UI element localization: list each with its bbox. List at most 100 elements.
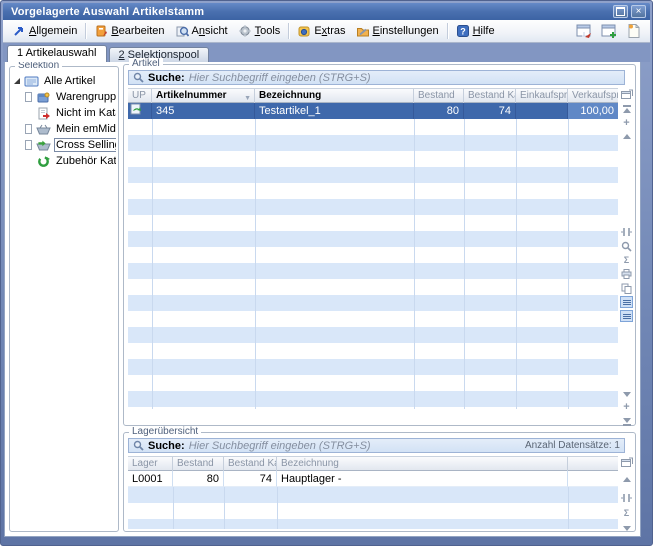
summary-button[interactable]: Σ <box>620 507 633 519</box>
column-header-empty <box>568 457 618 471</box>
lager-search-input[interactable]: Suche: Hier Suchbegriff eingeben (STRG+S… <box>128 438 625 453</box>
tree-item-label: Zubehör Katalog <box>54 155 116 167</box>
print-button[interactable] <box>620 268 633 280</box>
tree-item-nicht-im-katalog[interactable]: Nicht im Katalog <box>12 105 116 121</box>
artikel-search-input[interactable]: Suche: Hier Suchbegriff eingeben (STRG+S… <box>128 70 625 85</box>
expander-collapsed-icon[interactable] <box>24 125 33 134</box>
summary-button[interactable]: Σ <box>620 254 633 266</box>
column-header-bestand-kalk[interactable]: Bestand Kalk. <box>464 89 516 103</box>
column-chooser-button[interactable] <box>620 456 633 468</box>
lager-grid: Lager Bestand Bestand Kalk. Bezeichnung … <box>128 456 618 529</box>
table-remove-button[interactable] <box>575 23 593 40</box>
find-button[interactable] <box>620 240 633 252</box>
tree-item-label: Mein emMida <box>54 123 116 135</box>
lager-row[interactable]: L0001 80 74 Hauptlager - <box>128 471 618 487</box>
column-header-bezeichnung[interactable]: Bezeichnung <box>255 89 414 103</box>
tab-page: Selektion Alle Artikel Warengruppen <box>4 62 641 537</box>
menu-einstellungen[interactable]: Einstellungen <box>351 22 444 40</box>
tree-item-zubehoer-katalog[interactable]: Zubehör Katalog <box>12 153 116 169</box>
tree-item-label: Cross Selling Katalog <box>54 138 116 152</box>
help-icon: ? <box>456 24 470 38</box>
column-separator <box>152 119 153 409</box>
screen: Vorgelagerte Auswahl Artikelstamm × Allg… <box>0 0 658 548</box>
lager-grid-body[interactable] <box>128 487 618 529</box>
page-down-button[interactable]: + <box>620 401 633 413</box>
new-document-icon <box>627 23 641 39</box>
tree-item-cross-selling-katalog[interactable]: Cross Selling Katalog <box>12 137 116 153</box>
column-header-up[interactable]: UP <box>128 89 152 103</box>
recycle-icon <box>36 155 51 168</box>
svg-text:?: ? <box>460 27 466 37</box>
titlebar[interactable]: Vorgelagerte Auswahl Artikelstamm × <box>3 3 650 20</box>
best-fit-button[interactable] <box>620 492 633 504</box>
column-separator <box>277 487 278 529</box>
column-header-einkaufspreis[interactable]: Einkaufspreis <box>516 89 568 103</box>
menu-hilfe[interactable]: ? Hilfe <box>451 22 500 40</box>
up-status-icon <box>128 103 152 119</box>
expander-collapsed-icon[interactable] <box>24 141 33 150</box>
menu-allgemein[interactable]: Allgemein <box>7 22 82 40</box>
column-header-bezeichnung[interactable]: Bezeichnung <box>277 457 568 471</box>
search-icon <box>133 440 144 451</box>
column-chooser-button[interactable] <box>620 88 633 100</box>
lager-grid-sidebar: Σ <box>620 456 634 527</box>
artikel-grid-body[interactable] <box>128 119 618 409</box>
package-icon <box>36 91 51 104</box>
expander-collapsed-icon[interactable] <box>24 93 33 102</box>
cell-bestand: 80 <box>414 103 464 119</box>
column-header-artikelnummer[interactable]: Artikelnummer▼ <box>152 89 255 103</box>
best-fit-button[interactable] <box>620 226 633 238</box>
tabstrip: 1 Artikelauswahl 2 Selektionspool <box>3 43 650 62</box>
column-header-bestand[interactable]: Bestand <box>173 457 224 471</box>
artikel-row-selected[interactable]: 345 Testartikel_1 80 74 100,00 <box>128 103 618 119</box>
menu-separator <box>85 23 86 39</box>
table-green-plus-icon <box>601 23 618 39</box>
menu-bearbeiten[interactable]: Bearbeiten <box>89 22 169 40</box>
sort-desc-icon: ▼ <box>244 92 251 103</box>
copy-button[interactable] <box>620 282 633 294</box>
cell-lager: L0001 <box>128 471 173 487</box>
tree-item-warengruppen[interactable]: Warengruppen <box>12 89 116 105</box>
gear-icon <box>238 24 252 38</box>
search-placeholder: Hier Suchbegriff eingeben (STRG+S) <box>189 72 371 84</box>
window-title: Vorgelagerte Auswahl Artikelstamm <box>11 6 610 18</box>
expander-expanded-icon[interactable] <box>12 77 21 86</box>
column-separator <box>224 487 225 529</box>
cell-bestand: 80 <box>173 471 224 487</box>
go-last-row-button[interactable] <box>620 414 633 426</box>
next-row-button[interactable] <box>620 522 633 534</box>
artikel-grid-sidebar: + Σ + <box>620 88 634 421</box>
prev-row-button[interactable] <box>620 473 633 485</box>
menu-extras[interactable]: Extras <box>292 22 350 40</box>
tree-item-alle-artikel[interactable]: Alle Artikel <box>12 73 116 89</box>
go-first-row-button[interactable] <box>620 104 633 116</box>
search-placeholder: Hier Suchbegriff eingeben (STRG+S) <box>189 440 371 452</box>
column-separator <box>173 487 174 529</box>
window: Vorgelagerte Auswahl Artikelstamm × Allg… <box>0 0 653 546</box>
view-mode-button-2[interactable] <box>620 310 633 322</box>
tab-artikelauswahl[interactable]: 1 Artikelauswahl <box>7 45 107 62</box>
artikel-grid: UP Artikelnummer▼ Bezeichnung Bestand Be… <box>128 88 618 409</box>
maximize-button[interactable] <box>613 5 628 18</box>
basket-icon <box>36 123 51 136</box>
close-button[interactable]: × <box>631 5 646 18</box>
next-row-button[interactable] <box>620 388 633 400</box>
table-add-button[interactable] <box>600 23 618 40</box>
column-header-lager[interactable]: Lager <box>128 457 173 471</box>
column-header-bestand-kalk[interactable]: Bestand Kalk. <box>224 457 277 471</box>
page-up-button[interactable]: + <box>620 117 633 129</box>
column-header-verkaufspreis[interactable]: Verkaufspreis <box>568 89 618 103</box>
new-document-button[interactable] <box>625 23 643 40</box>
cell-bezeichnung: Hauptlager - <box>277 471 568 487</box>
menu-tools[interactable]: Tools <box>233 22 286 40</box>
page-red-arrow-icon <box>36 107 51 120</box>
tree-item-mein-emmida[interactable]: Mein emMida <box>12 121 116 137</box>
column-header-bestand[interactable]: Bestand <box>414 89 464 103</box>
cell-artikelnummer: 345 <box>152 103 255 119</box>
menubar: Allgemein Bearbeiten Ansicht Tools <box>3 20 650 43</box>
basket-green-arrow-icon <box>36 139 51 152</box>
prev-row-button[interactable] <box>620 130 633 142</box>
cell-verkaufspreis: 100,00 <box>568 103 618 119</box>
view-mode-button-1[interactable] <box>620 296 633 308</box>
menu-ansicht[interactable]: Ansicht <box>170 22 233 40</box>
